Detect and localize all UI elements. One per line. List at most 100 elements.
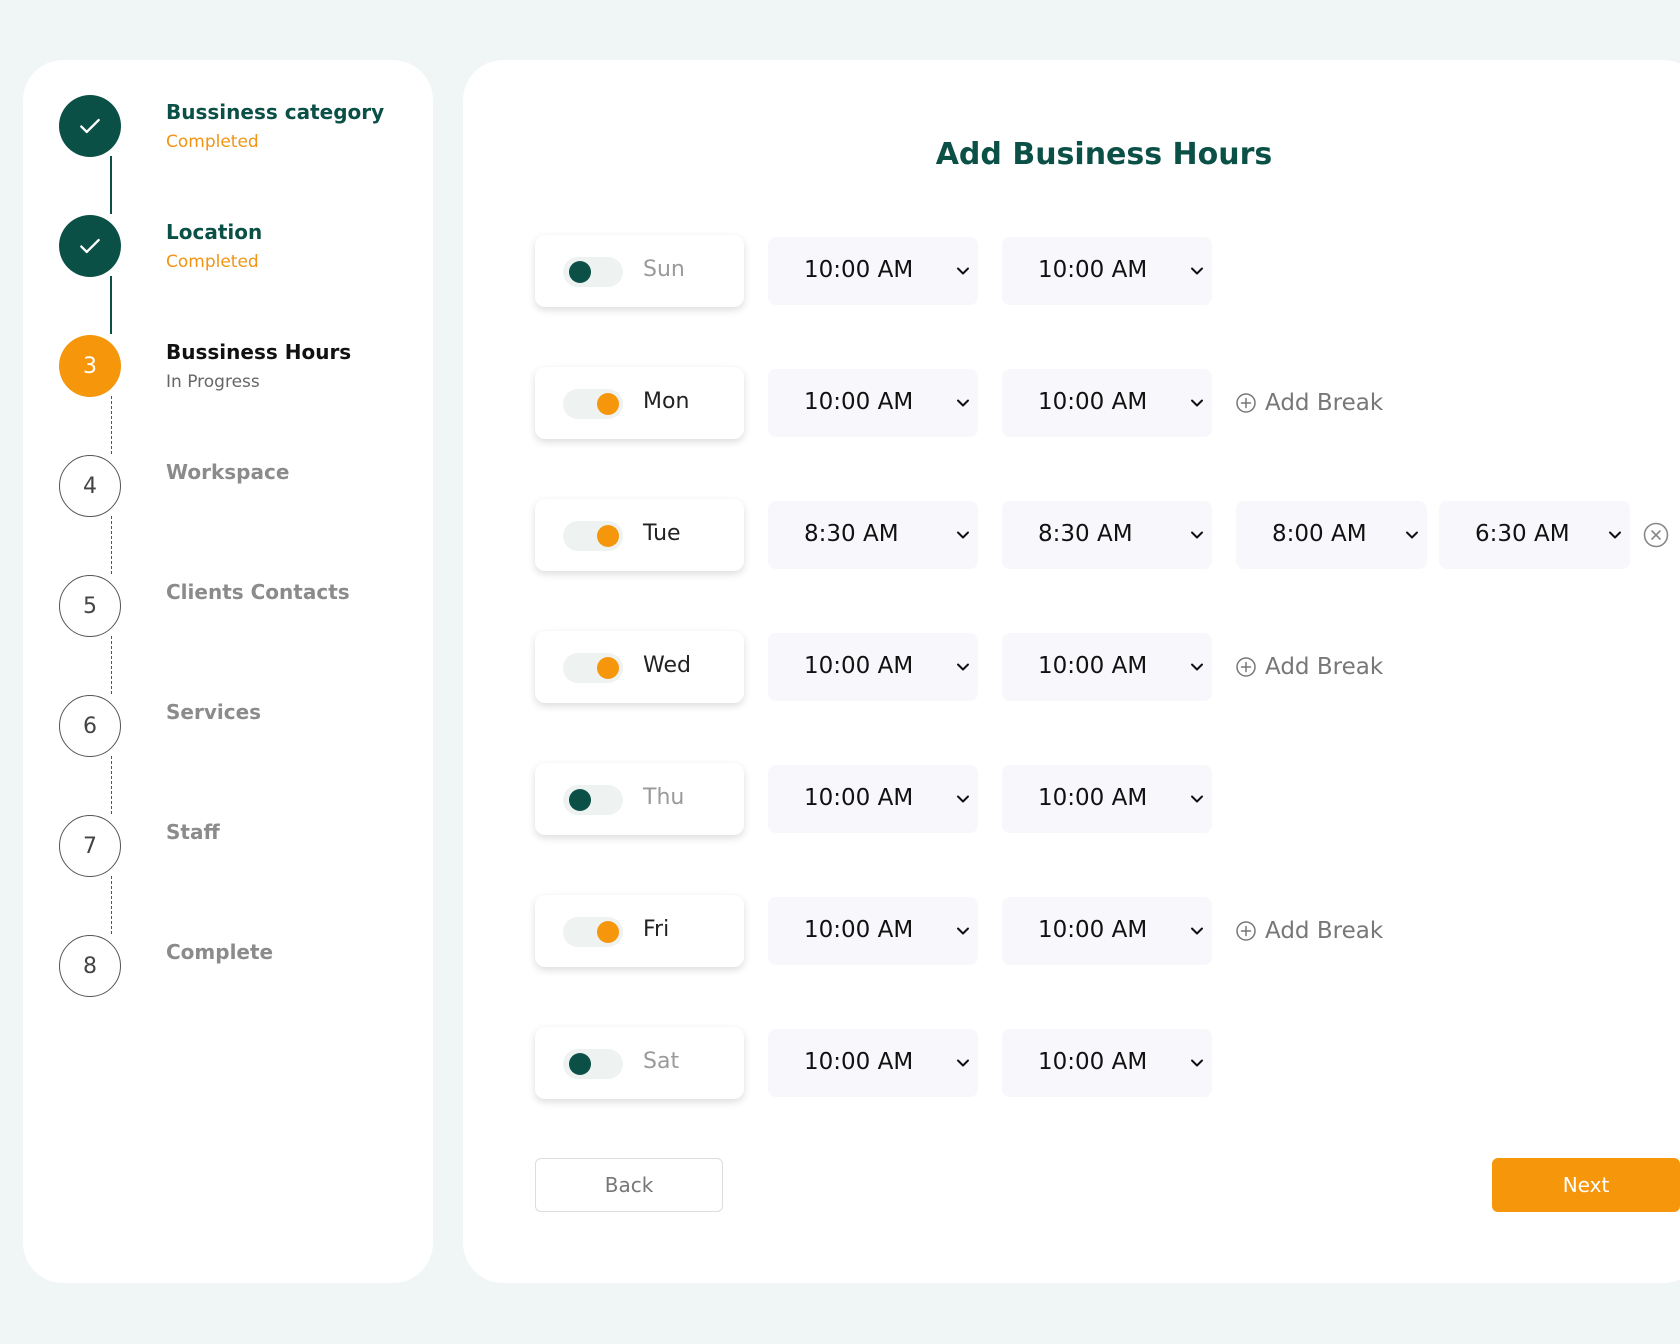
close-time-select[interactable]: 10:00 AM [1002,237,1212,305]
day-card: Tue [535,499,744,571]
add-break-label: Add Break [1265,390,1384,416]
add-break-label: Add Break [1265,654,1384,680]
step-location[interactable]: Location Completed [59,215,399,279]
close-time-select[interactable]: 10:00 AM [1002,1029,1212,1097]
add-break-button[interactable]: Add Break [1235,389,1383,417]
chevron-down-icon [1609,531,1621,539]
toggle-knob [597,657,619,679]
open-time-select[interactable]: 10:00 AM [768,765,978,833]
close-time-select[interactable]: 10:00 AM [1002,369,1212,437]
day-row-sun: Sun 10:00 AM 10:00 AM [535,235,1680,307]
chevron-down-icon [957,663,969,671]
step-complete[interactable]: 8 Complete [59,935,399,999]
day-toggle[interactable] [563,785,623,815]
close-time-select[interactable]: 10:00 AM [1002,897,1212,965]
open-time-select[interactable]: 10:00 AM [768,369,978,437]
step-number-badge: 8 [59,935,121,997]
day-label: Wed [643,653,691,678]
add-break-button[interactable]: Add Break [1235,653,1383,681]
business-hours-panel: Add Business Hours Sun 10:00 AM 10:00 AM… [463,60,1680,1283]
next-button[interactable]: Next [1492,1158,1680,1212]
open-time-select[interactable]: 10:00 AM [768,1029,978,1097]
select-value: 10:00 AM [804,257,914,283]
step-number-badge: 6 [59,695,121,757]
plus-circle-icon [1236,921,1256,941]
day-row-thu: Thu 10:00 AM 10:00 AM [535,763,1680,835]
break-start-select[interactable]: 8:00 AM [1236,501,1427,569]
remove-break-icon[interactable] [1642,521,1670,549]
select-value: 6:30 AM [1475,521,1570,547]
select-value: 10:00 AM [1038,785,1148,811]
step-status: Completed [166,132,259,152]
chevron-down-icon [957,1059,969,1067]
toggle-knob [597,921,619,943]
step-title: Complete [166,940,274,964]
add-break-button[interactable]: Add Break [1235,917,1383,945]
day-row-fri: Fri 10:00 AM 10:00 AM Add Break [535,895,1680,967]
chevron-down-icon [1406,531,1418,539]
select-value: 10:00 AM [804,653,914,679]
step-status: Completed [166,252,259,272]
step-title: Bussiness category [166,100,385,124]
day-toggle[interactable] [563,389,623,419]
day-toggle[interactable] [563,1049,623,1079]
break-end-select[interactable]: 6:30 AM [1439,501,1630,569]
plus-circle-icon [1236,393,1256,413]
toggle-knob [569,261,591,283]
progress-sidebar: Bussiness category Completed Location Co… [23,60,433,1283]
day-toggle[interactable] [563,257,623,287]
open-time-select[interactable]: 8:30 AM [768,501,978,569]
page-title: Add Business Hours [935,137,1273,172]
step-status: In Progress [166,372,260,392]
open-time-select[interactable]: 10:00 AM [768,237,978,305]
plus-circle-icon [1236,657,1256,677]
day-label: Fri [643,917,670,942]
step-completed-badge [59,215,121,277]
day-card: Wed [535,631,744,703]
step-services[interactable]: 6 Services [59,695,399,759]
step-clients-contacts[interactable]: 5 Clients Contacts [59,575,399,639]
select-value: 10:00 AM [804,785,914,811]
select-value: 10:00 AM [804,389,914,415]
day-label: Sat [643,1049,680,1074]
day-label: Sun [643,257,685,282]
select-value: 10:00 AM [804,1049,914,1075]
chevron-down-icon [957,531,969,539]
select-value: 10:00 AM [1038,389,1148,415]
day-toggle[interactable] [563,917,623,947]
select-value: 10:00 AM [804,917,914,943]
step-title: Services [166,700,262,724]
day-label: Mon [643,389,690,414]
select-value: 10:00 AM [1038,917,1148,943]
open-time-select[interactable]: 10:00 AM [768,897,978,965]
step-connector [110,276,112,334]
day-toggle[interactable] [563,521,623,551]
close-time-select[interactable]: 8:30 AM [1002,501,1212,569]
step-number-badge: 5 [59,575,121,637]
select-value: 10:00 AM [1038,257,1148,283]
step-staff[interactable]: 7 Staff [59,815,399,879]
close-time-select[interactable]: 10:00 AM [1002,633,1212,701]
step-number-badge: 4 [59,455,121,517]
open-time-select[interactable]: 10:00 AM [768,633,978,701]
back-button[interactable]: Back [535,1158,723,1212]
step-number-badge: 3 [59,335,121,397]
chevron-down-icon [1191,1059,1203,1067]
day-row-mon: Mon 10:00 AM 10:00 AM Add Break [535,367,1680,439]
day-row-tue: Tue 8:30 AM 8:30 AM 8:00 AM 6:30 AM [535,499,1680,571]
day-toggle[interactable] [563,653,623,683]
day-label: Thu [643,785,685,810]
day-card: Thu [535,763,744,835]
close-time-select[interactable]: 10:00 AM [1002,765,1212,833]
step-bussiness-hours[interactable]: 3 Bussiness Hours In Progress [59,335,399,399]
chevron-down-icon [1191,663,1203,671]
select-value: 8:00 AM [1272,521,1367,547]
toggle-knob [597,525,619,547]
step-title: Location [166,220,263,244]
step-title: Staff [166,820,220,844]
step-bussiness-category[interactable]: Bussiness category Completed [59,95,399,159]
chevron-down-icon [1191,399,1203,407]
select-value: 10:00 AM [1038,653,1148,679]
step-workspace[interactable]: 4 Workspace [59,455,399,519]
toggle-knob [569,1053,591,1075]
